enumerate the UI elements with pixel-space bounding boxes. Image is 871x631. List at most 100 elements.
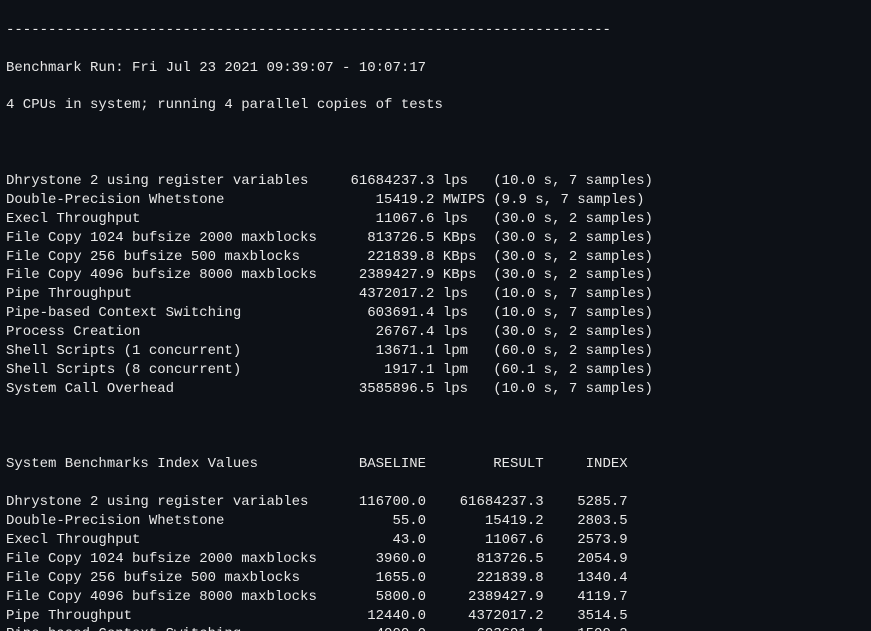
test-value: 11067.6 [308, 210, 434, 229]
index-result-row: File Copy 1024 bufsize 2000 maxblocks396… [6, 550, 865, 569]
test-timing: (10.0 s, 7 samples) [493, 304, 653, 323]
test-index: 4119.7 [544, 588, 628, 607]
raw-results-block: Dhrystone 2 using register variables6168… [6, 172, 865, 399]
test-timing: (10.0 s, 7 samples) [493, 172, 653, 191]
index-result-row: Dhrystone 2 using register variables1167… [6, 493, 865, 512]
raw-result-row: Process Creation26767.4 lps(30.0 s, 2 sa… [6, 323, 865, 342]
test-result: 221839.8 [426, 569, 544, 588]
test-name: Pipe-based Context Switching [6, 304, 308, 323]
raw-result-row: Pipe-based Context Switching603691.4 lps… [6, 304, 865, 323]
test-baseline: 3960.0 [325, 550, 426, 569]
test-timing: (30.0 s, 2 samples) [493, 323, 653, 342]
test-value: 813726.5 [308, 229, 434, 248]
test-baseline: 116700.0 [325, 493, 426, 512]
test-name: Execl Throughput [6, 531, 325, 550]
test-name: File Copy 1024 bufsize 2000 maxblocks [6, 229, 308, 248]
blank-line [6, 418, 865, 437]
test-name: Double-Precision Whetstone [6, 191, 308, 210]
index-header-baseline: BASELINE [325, 455, 426, 474]
index-header-row: System Benchmarks Index ValuesBASELINERE… [6, 455, 865, 474]
test-name: Dhrystone 2 using register variables [6, 172, 308, 191]
test-name: Process Creation [6, 323, 308, 342]
test-name: Shell Scripts (1 concurrent) [6, 342, 308, 361]
index-result-row: Pipe Throughput12440.04372017.23514.5 [6, 607, 865, 626]
terminal-output: ----------------------------------------… [0, 0, 871, 631]
test-unit: lps [443, 285, 493, 304]
test-timing: (30.0 s, 2 samples) [493, 229, 653, 248]
raw-result-row: Pipe Throughput4372017.2 lps(10.0 s, 7 s… [6, 285, 865, 304]
test-unit: lps [443, 304, 493, 323]
index-result-row: File Copy 256 bufsize 500 maxblocks1655.… [6, 569, 865, 588]
test-value: 26767.4 [308, 323, 434, 342]
test-value: 1917.1 [308, 361, 434, 380]
test-result: 61684237.3 [426, 493, 544, 512]
index-header-index: INDEX [544, 455, 628, 474]
test-name: Pipe Throughput [6, 607, 325, 626]
test-unit: KBps [443, 229, 493, 248]
test-index: 1340.4 [544, 569, 628, 588]
index-result-row: File Copy 4096 bufsize 8000 maxblocks580… [6, 588, 865, 607]
test-unit: lps [443, 172, 493, 191]
test-index: 5285.7 [544, 493, 628, 512]
raw-result-row: Shell Scripts (8 concurrent)1917.1 lpm(6… [6, 361, 865, 380]
test-baseline: 4000.0 [325, 625, 426, 631]
index-header-result: RESULT [426, 455, 544, 474]
test-timing: (30.0 s, 2 samples) [493, 248, 653, 267]
test-timing: (60.1 s, 2 samples) [493, 361, 653, 380]
test-unit: MWIPS [443, 191, 493, 210]
raw-result-row: Double-Precision Whetstone15419.2 MWIPS(… [6, 191, 865, 210]
blank-line [6, 134, 865, 153]
divider-top: ----------------------------------------… [6, 21, 865, 40]
raw-result-row: File Copy 4096 bufsize 8000 maxblocks238… [6, 266, 865, 285]
test-timing: (9.9 s, 7 samples) [493, 191, 644, 210]
test-result: 11067.6 [426, 531, 544, 550]
index-result-row: Execl Throughput43.011067.62573.9 [6, 531, 865, 550]
test-name: Execl Throughput [6, 210, 308, 229]
test-unit: lps [443, 210, 493, 229]
test-value: 61684237.3 [308, 172, 434, 191]
raw-result-row: Shell Scripts (1 concurrent)13671.1 lpm(… [6, 342, 865, 361]
test-name: File Copy 4096 bufsize 8000 maxblocks [6, 266, 308, 285]
test-name: File Copy 1024 bufsize 2000 maxblocks [6, 550, 325, 569]
test-baseline: 55.0 [325, 512, 426, 531]
cpu-header-line: 4 CPUs in system; running 4 parallel cop… [6, 96, 865, 115]
test-timing: (10.0 s, 7 samples) [493, 380, 653, 399]
test-index: 2573.9 [544, 531, 628, 550]
test-result: 2389427.9 [426, 588, 544, 607]
test-result: 603691.4 [426, 625, 544, 631]
test-index: 1509.2 [544, 625, 628, 631]
index-results-block: Dhrystone 2 using register variables1167… [6, 493, 865, 631]
index-result-row: Pipe-based Context Switching4000.0603691… [6, 625, 865, 631]
test-value: 4372017.2 [308, 285, 434, 304]
test-name: Double-Precision Whetstone [6, 512, 325, 531]
test-unit: lps [443, 380, 493, 399]
run-header-line: Benchmark Run: Fri Jul 23 2021 09:39:07 … [6, 59, 865, 78]
test-timing: (60.0 s, 2 samples) [493, 342, 653, 361]
test-value: 221839.8 [308, 248, 434, 267]
test-value: 603691.4 [308, 304, 434, 323]
test-baseline: 5800.0 [325, 588, 426, 607]
test-index: 2054.9 [544, 550, 628, 569]
test-unit: lpm [443, 342, 493, 361]
test-value: 2389427.9 [308, 266, 434, 285]
raw-result-row: System Call Overhead3585896.5 lps(10.0 s… [6, 380, 865, 399]
test-timing: (30.0 s, 2 samples) [493, 266, 653, 285]
test-name: File Copy 4096 bufsize 8000 maxblocks [6, 588, 325, 607]
test-result: 4372017.2 [426, 607, 544, 626]
raw-result-row: Execl Throughput11067.6 lps(30.0 s, 2 sa… [6, 210, 865, 229]
raw-result-row: File Copy 1024 bufsize 2000 maxblocks813… [6, 229, 865, 248]
test-timing: (30.0 s, 2 samples) [493, 210, 653, 229]
test-baseline: 43.0 [325, 531, 426, 550]
test-baseline: 1655.0 [325, 569, 426, 588]
test-timing: (10.0 s, 7 samples) [493, 285, 653, 304]
test-index: 2803.5 [544, 512, 628, 531]
raw-result-row: File Copy 256 bufsize 500 maxblocks22183… [6, 248, 865, 267]
test-unit: KBps [443, 248, 493, 267]
test-name: Dhrystone 2 using register variables [6, 493, 325, 512]
test-index: 3514.5 [544, 607, 628, 626]
test-unit: lps [443, 323, 493, 342]
index-header-name: System Benchmarks Index Values [6, 455, 325, 474]
test-unit: lpm [443, 361, 493, 380]
test-name: Pipe Throughput [6, 285, 308, 304]
test-result: 15419.2 [426, 512, 544, 531]
